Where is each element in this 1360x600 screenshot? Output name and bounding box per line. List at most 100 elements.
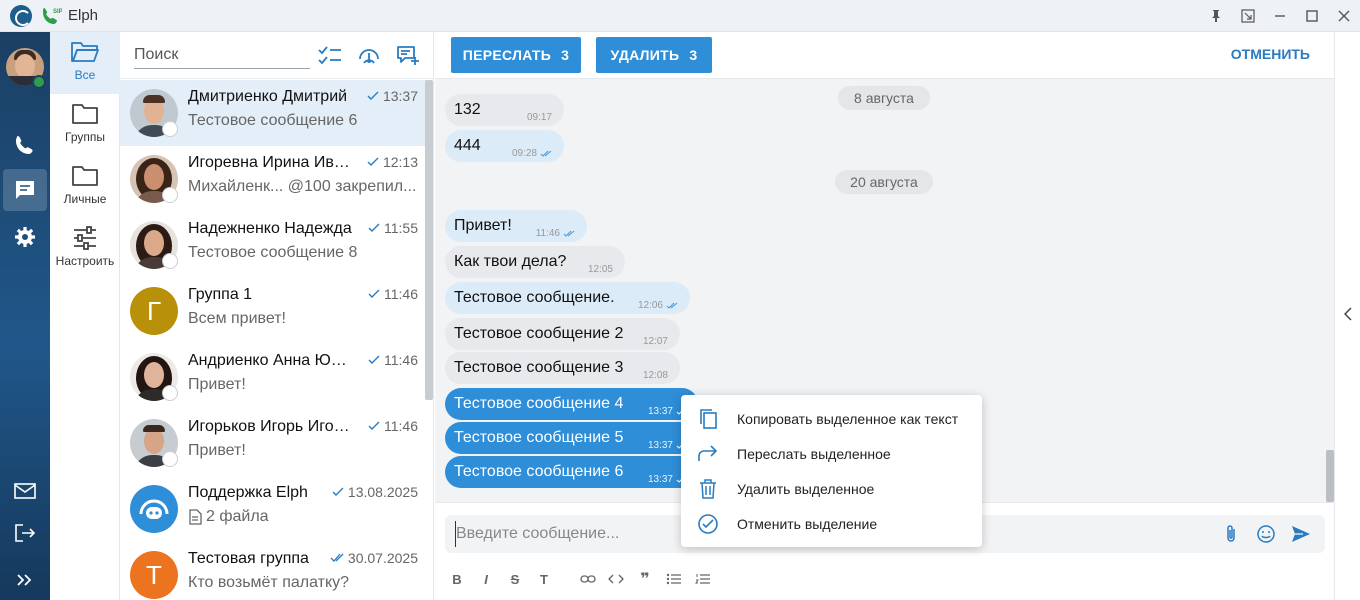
search-input[interactable] [134, 41, 310, 69]
maximize-button[interactable] [1296, 0, 1328, 32]
delete-count: 3 [689, 47, 698, 63]
support-icon[interactable] [357, 44, 381, 68]
settings-button[interactable] [3, 216, 47, 258]
online-status-icon [32, 75, 46, 89]
message-bubble[interactable]: Как твои дела? 12:05 [445, 246, 625, 278]
forward-button[interactable]: ПЕРЕСЛАТЬ 3 [451, 37, 581, 73]
chat-list-scrollbar[interactable] [425, 80, 433, 400]
message-bubble[interactable]: Привет! 11:46 [445, 210, 587, 242]
sliders-icon [74, 226, 96, 250]
check-circle-icon [698, 513, 718, 534]
smiley-icon [1257, 525, 1275, 543]
close-button[interactable] [1328, 0, 1360, 32]
mail-button[interactable] [3, 470, 47, 512]
message-time: 09:28 [511, 148, 537, 159]
attach-button[interactable] [1221, 524, 1241, 544]
message-time: 12:05 [587, 264, 613, 275]
numbered-list-icon [695, 574, 710, 584]
chat-list-item[interactable]: Игорьков Игорь Игоревич 11:46 Привет! [120, 410, 426, 476]
selection-toolbar: ПЕРЕСЛАТЬ 3 УДАЛИТЬ 3 ОТМЕНИТЬ [435, 32, 1334, 79]
chat-list-item[interactable]: Г Группа 1 11:46 Всем привет! [120, 278, 426, 344]
chat-list-item[interactable]: Дмитриенко Дмитрий 13:37 Тестовое сообще… [120, 80, 426, 146]
chat-time: 13.08.2025 [347, 484, 418, 500]
quote-button[interactable]: ❞ [635, 569, 655, 589]
chat-preview: Привет! [188, 442, 246, 459]
message-bubble[interactable]: Тестовое сообщение 2 12:07 [445, 318, 680, 350]
compact-mode-icon[interactable] [1232, 0, 1264, 32]
folder-personal[interactable]: Личные [50, 156, 120, 218]
bullet-list-icon [666, 573, 681, 585]
chat-time: 13:37 [382, 88, 418, 104]
folder-all[interactable]: Все [50, 32, 120, 94]
menu-item-forward[interactable]: Переслать выделенное [681, 436, 982, 471]
send-icon [1292, 526, 1310, 542]
presence-indicator [162, 253, 178, 269]
trash-icon [700, 478, 716, 499]
chat-preview: Кто возьмёт палатку? [188, 574, 350, 591]
new-chat-icon[interactable] [396, 44, 420, 68]
read-double-check-icon [666, 302, 678, 309]
date-separator: 20 августа [835, 170, 933, 194]
bold-icon: B [452, 571, 462, 587]
logout-button[interactable] [3, 512, 47, 554]
menu-item-copy[interactable]: Копировать выделенное как текст [681, 401, 982, 436]
message-text: Как твои дела? [454, 253, 567, 270]
message-bubble-selected[interactable]: Тестовое сообщение 5 13:37 [445, 422, 698, 454]
italic-button[interactable]: I [476, 569, 496, 589]
message-bubble[interactable]: 132 09:17 [445, 94, 564, 126]
folder-groups[interactable]: Группы [50, 94, 120, 156]
expand-sidebar-button[interactable] [3, 559, 47, 600]
chat-list-item[interactable]: Надежненко Надежда 11:55 Тестовое сообще… [120, 212, 426, 278]
cancel-selection-button[interactable]: ОТМЕНИТЬ [1231, 46, 1310, 62]
message-time: 12:07 [642, 336, 668, 347]
chat-list-item[interactable]: Игоревна Ирина Иванова 12:13 Михайленк..… [120, 146, 426, 212]
message-time: 09:17 [526, 112, 552, 123]
strikethrough-button[interactable]: S [505, 569, 525, 589]
presence-indicator [162, 187, 178, 203]
select-chats-icon[interactable] [318, 44, 342, 68]
message-bubble-selected[interactable]: Тестовое сообщение 4 13:37 [445, 388, 698, 420]
chat-preview: Михайленк... @100 закрепил... [188, 178, 417, 195]
bullet-list-button[interactable] [664, 569, 684, 589]
message-bubble[interactable]: Тестовое сообщение. 12:06 [445, 282, 690, 314]
clear-format-button[interactable]: T [534, 569, 554, 589]
delete-button[interactable]: УДАЛИТЬ 3 [596, 37, 712, 73]
calls-button[interactable] [3, 124, 47, 166]
send-button[interactable] [1290, 524, 1312, 544]
bold-button[interactable]: B [447, 569, 467, 589]
message-bubble-selected[interactable]: Тестовое сообщение 6 13:37 [445, 456, 698, 488]
folders-panel: Все Группы Личные Настроить [50, 32, 120, 600]
app-title: Elph [68, 7, 99, 24]
presence-indicator [162, 121, 178, 137]
chat-name: Поддержка Elph [188, 484, 308, 501]
emoji-button[interactable] [1256, 524, 1276, 544]
right-panel [1334, 32, 1360, 600]
chat-list-item[interactable]: Поддержка Elph 13.08.2025 2 файла [120, 476, 426, 542]
folder-icon [72, 104, 98, 124]
pin-icon[interactable] [1200, 0, 1232, 32]
menu-item-delete[interactable]: Удалить выделенное [681, 471, 982, 506]
message-text: Тестовое сообщение 3 [454, 359, 624, 376]
link-button[interactable] [578, 569, 598, 589]
messages-scrollbar[interactable] [1326, 450, 1334, 502]
chat-list-item[interactable]: Т Тестовая группа 30.07.2025 Кто возьмёт… [120, 542, 426, 600]
folder-configure[interactable]: Настроить [50, 218, 120, 280]
context-menu: Копировать выделенное как текст Переслат… [681, 395, 982, 547]
sent-check-icon [332, 487, 344, 496]
menu-item-deselect[interactable]: Отменить выделение [681, 506, 982, 541]
copy-icon [700, 408, 717, 429]
message-bubble[interactable]: 444 09:28 [445, 130, 564, 162]
message-time: 13:37 [647, 440, 673, 451]
message-bubble[interactable]: Тестовое сообщение 3 12:08 [445, 352, 680, 384]
italic-icon: I [484, 571, 488, 587]
expand-panel-button[interactable] [1341, 304, 1355, 324]
sent-check-icon [367, 157, 379, 166]
numbered-list-button[interactable] [693, 569, 713, 589]
chat-preview: Всем привет! [188, 310, 286, 327]
chat-list-item[interactable]: Андриенко Анна Юрьевна 11:46 Привет! [120, 344, 426, 410]
minimize-button[interactable] [1264, 0, 1296, 32]
messages-button[interactable] [3, 169, 47, 211]
sip-phone-icon: SIP [40, 5, 63, 27]
code-button[interactable] [606, 569, 626, 589]
chat-name: Игорьков Игорь Игоревич [188, 418, 352, 435]
